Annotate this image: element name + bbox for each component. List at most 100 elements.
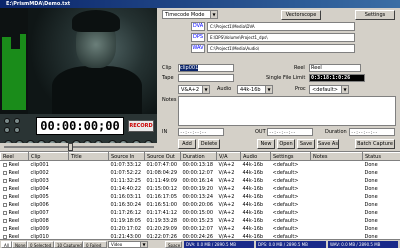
- notes-field[interactable]: [178, 96, 396, 126]
- column-header[interactable]: Source In: [108, 152, 145, 161]
- row-checkbox[interactable]: [2, 162, 7, 167]
- row-checkbox[interactable]: [2, 234, 7, 239]
- out-timecode-field[interactable]: --:--:--:--: [267, 128, 313, 136]
- chevron-down-icon: ▼: [210, 11, 217, 18]
- table-row[interactable]: Reel clip005 01:16:03:11 01:16:17:05 00:00:1…: [1, 193, 400, 201]
- table-cell: Reel: [1, 225, 29, 233]
- batch-capture-button[interactable]: Batch Capture: [355, 139, 395, 149]
- save-as-button[interactable]: Save As: [317, 139, 339, 149]
- table-row[interactable]: Reel clip006 01:16:30:24 01:16:51:00 00:00:2…: [1, 201, 400, 209]
- tab-none[interactable]: None: [12, 241, 27, 248]
- add-button[interactable]: Add: [178, 139, 196, 149]
- reel-field[interactable]: Reel: [309, 64, 361, 72]
- table-row[interactable]: Reel clip003 01:11:32:25 01:11:49:09 00:00:1…: [1, 177, 400, 185]
- table-cell: 44k-16b: [242, 194, 264, 200]
- settings-button[interactable]: Settings: [355, 10, 395, 20]
- table-cell: 01:16:30:24: [110, 202, 142, 208]
- table-row[interactable]: Reel clip008 01:19:18:05 01:19:33:28 00:00:1…: [1, 217, 400, 225]
- in-timecode-field[interactable]: --:--:--:--: [178, 128, 224, 136]
- single-file-limit-field[interactable]: 0:3:18:1:0:26: [309, 74, 365, 82]
- row-checkbox[interactable]: [2, 202, 7, 207]
- reel-cell-text: Reel: [8, 186, 20, 192]
- dva-path-button[interactable]: DVA: [191, 22, 205, 31]
- table-cell: [69, 161, 109, 170]
- row-checkbox[interactable]: [2, 186, 7, 191]
- audio-select[interactable]: 44k-16b ▼: [237, 85, 273, 94]
- table-row[interactable]: Reel clip004 01:14:40:22 01:15:00:12 00:00:1…: [1, 185, 400, 193]
- dps-path-button[interactable]: DPS: [191, 33, 205, 42]
- reel-cell-text: Reel: [8, 210, 20, 216]
- table-cell: 01:15:00:12: [146, 186, 178, 192]
- dva-space-gauge: DVA: 0.0 MB / 2890.5 MB: [184, 241, 254, 248]
- new-button[interactable]: New: [257, 139, 275, 149]
- row-checkbox[interactable]: [2, 226, 7, 231]
- table-row[interactable]: Reel clip002 01:07:52:22 01:08:04:29 00:00:1…: [1, 169, 400, 177]
- dps-space-gauge: DPS: 0.0 MB / 2890.5 MB: [256, 241, 326, 248]
- tape-field[interactable]: [178, 74, 234, 82]
- audio-meters: [0, 8, 28, 114]
- clip-label: Clip: [162, 65, 172, 71]
- table-cell: 01:17:41:12: [146, 210, 178, 216]
- table-cell: [69, 201, 109, 209]
- scrub-handle[interactable]: [68, 143, 73, 151]
- table-row[interactable]: Reel clip009 01:20:17:02 01:20:29:09 00:00:1…: [1, 225, 400, 233]
- table-cell: <default>: [272, 162, 299, 168]
- tab-selected[interactable]: 0 Selected: [27, 241, 54, 248]
- row-checkbox[interactable]: [2, 170, 7, 175]
- table-cell: Done: [364, 178, 378, 184]
- table-cell: V/A+2: [218, 210, 235, 216]
- tab-failed[interactable]: 0 Failed: [83, 241, 107, 248]
- video-mode-select[interactable]: V&A+2 ▼: [178, 85, 210, 94]
- table-cell: 00:00:13:18: [182, 162, 214, 168]
- table-cell: 01:07:52:22: [110, 170, 142, 176]
- table-cell: Reel: [1, 185, 29, 193]
- column-header[interactable]: Notes: [310, 152, 363, 161]
- table-cell: 00:00:19:20: [182, 186, 214, 192]
- delete-button[interactable]: Delete: [198, 139, 220, 149]
- table-cell: [69, 185, 109, 193]
- row-checkbox[interactable]: [2, 210, 7, 215]
- table-cell: <default>: [272, 226, 299, 232]
- table-cell: V/A+2: [218, 194, 235, 200]
- duration-label: Duration: [325, 129, 347, 135]
- table-row[interactable]: Reel clip007 01:17:26:12 01:17:41:12 00:00:1…: [1, 209, 400, 217]
- table-cell: [311, 177, 363, 185]
- table-cell: clip006: [30, 202, 49, 208]
- tab-all[interactable]: All: [1, 241, 12, 248]
- column-header[interactable]: Duration: [180, 152, 217, 161]
- table-cell: Done: [364, 218, 378, 224]
- chevron-down-icon: ▼: [202, 86, 209, 93]
- timecode-mode-select[interactable]: Timecode Mode ▼: [162, 10, 218, 19]
- save-button[interactable]: Save: [297, 139, 315, 149]
- view-select-value: Video: [111, 242, 123, 247]
- row-checkbox[interactable]: [2, 194, 7, 199]
- window-title: E:\PrismMDA\Demo.txt: [6, 1, 71, 7]
- column-header[interactable]: Audio: [240, 152, 271, 161]
- audio-meter-2: [11, 12, 20, 110]
- column-header[interactable]: Title: [68, 152, 109, 161]
- view-select[interactable]: Video ▼: [108, 241, 148, 248]
- tab-captured[interactable]: 10 Captured: [54, 241, 83, 248]
- table-cell: <default>: [272, 170, 299, 176]
- column-header[interactable]: Reel: [0, 152, 29, 161]
- column-header[interactable]: Source Out: [144, 152, 181, 161]
- open-button[interactable]: Open: [277, 139, 295, 149]
- column-header[interactable]: Status: [362, 152, 400, 161]
- reel-cell-text: Reel: [8, 170, 20, 176]
- column-header[interactable]: Settings: [270, 152, 311, 161]
- table-cell: V/A+2: [218, 226, 235, 232]
- proc-select[interactable]: <default> ▼: [309, 85, 349, 94]
- column-header[interactable]: Clip: [28, 152, 69, 161]
- column-header[interactable]: V/A: [216, 152, 241, 161]
- row-checkbox[interactable]: [2, 178, 7, 183]
- table-cell: [311, 225, 363, 233]
- preview-pane: 00:00:00;00 RECORD ◀◀ ◀ ■ ▶ ▶ ▶▶ ❚❚ { } …: [0, 8, 157, 151]
- table-row[interactable]: Reel clip001 01:07:33:12 01:07:47:00 00:00:1…: [1, 161, 400, 170]
- clip-field[interactable]: clip001: [178, 64, 234, 72]
- vectorscope-button[interactable]: Vectorscope: [281, 10, 321, 20]
- reel-cell-text: Reel: [8, 178, 20, 184]
- scrub-bar[interactable]: [0, 143, 157, 151]
- row-checkbox[interactable]: [2, 218, 7, 223]
- record-button[interactable]: RECORD: [128, 120, 154, 132]
- wav-path-button[interactable]: WAV: [191, 44, 205, 53]
